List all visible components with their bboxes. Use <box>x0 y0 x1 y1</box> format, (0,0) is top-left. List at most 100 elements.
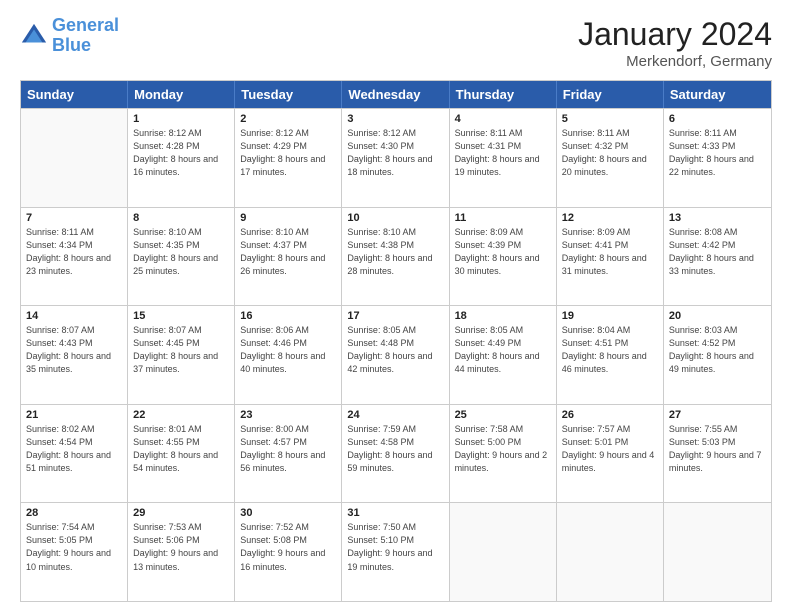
day-number: 15 <box>133 310 229 322</box>
day-info: Sunrise: 8:11 AMSunset: 4:33 PMDaylight:… <box>669 127 766 179</box>
calendar-cell: 22 Sunrise: 8:01 AMSunset: 4:55 PMDayligh… <box>128 405 235 503</box>
day-info: Sunrise: 8:12 AMSunset: 4:30 PMDaylight:… <box>347 127 443 179</box>
day-info: Sunrise: 8:07 AMSunset: 4:43 PMDaylight:… <box>26 324 122 376</box>
day-number: 23 <box>240 409 336 421</box>
day-number: 16 <box>240 310 336 322</box>
day-number: 3 <box>347 113 443 125</box>
calendar-header: SundayMondayTuesdayWednesdayThursdayFrid… <box>21 81 771 108</box>
day-number: 26 <box>562 409 658 421</box>
calendar-row: 14Sunrise: 8:07 AMSunset: 4:43 PMDayligh… <box>21 305 771 404</box>
title-block: January 2024 Merkendorf, Germany <box>578 16 772 70</box>
day-number: 13 <box>669 212 766 224</box>
logo-text: General Blue <box>52 16 119 56</box>
logo-icon <box>20 22 48 50</box>
day-info: Sunrise: 8:00 AMSunset: 4:57 PMDaylight:… <box>240 423 336 475</box>
day-number: 12 <box>562 212 658 224</box>
day-number: 19 <box>562 310 658 322</box>
calendar-cell: 25 Sunrise: 7:58 AMSunset: 5:00 PMDayligh… <box>450 405 557 503</box>
day-info: Sunrise: 8:05 AMSunset: 4:48 PMDaylight:… <box>347 324 443 376</box>
weekday-header: Monday <box>128 81 235 108</box>
calendar-cell: 20 Sunrise: 8:03 AMSunset: 4:52 PMDayligh… <box>664 306 771 404</box>
day-info: Sunrise: 8:06 AMSunset: 4:46 PMDaylight:… <box>240 324 336 376</box>
day-info: Sunrise: 7:50 AMSunset: 5:10 PMDaylight:… <box>347 521 443 573</box>
day-info: Sunrise: 8:05 AMSunset: 4:49 PMDaylight:… <box>455 324 551 376</box>
day-number: 6 <box>669 113 766 125</box>
calendar-row: 1 Sunrise: 8:12 AMSunset: 4:28 PMDaylight… <box>21 108 771 207</box>
day-number: 9 <box>240 212 336 224</box>
weekday-header: Tuesday <box>235 81 342 108</box>
calendar-cell: 21Sunrise: 8:02 AMSunset: 4:54 PMDayligh… <box>21 405 128 503</box>
day-info: Sunrise: 8:04 AMSunset: 4:51 PMDaylight:… <box>562 324 658 376</box>
day-number: 10 <box>347 212 443 224</box>
day-info: Sunrise: 7:57 AMSunset: 5:01 PMDaylight:… <box>562 423 658 475</box>
subtitle: Merkendorf, Germany <box>578 53 772 70</box>
calendar-cell: 10 Sunrise: 8:10 AMSunset: 4:38 PMDayligh… <box>342 208 449 306</box>
day-info: Sunrise: 7:58 AMSunset: 5:00 PMDaylight:… <box>455 423 551 475</box>
day-number: 24 <box>347 409 443 421</box>
weekday-header: Friday <box>557 81 664 108</box>
calendar-cell: 9 Sunrise: 8:10 AMSunset: 4:37 PMDaylight… <box>235 208 342 306</box>
day-info: Sunrise: 8:12 AMSunset: 4:28 PMDaylight:… <box>133 127 229 179</box>
day-info: Sunrise: 8:07 AMSunset: 4:45 PMDaylight:… <box>133 324 229 376</box>
day-info: Sunrise: 7:52 AMSunset: 5:08 PMDaylight:… <box>240 521 336 573</box>
calendar-cell: 2 Sunrise: 8:12 AMSunset: 4:29 PMDaylight… <box>235 109 342 207</box>
day-number: 1 <box>133 113 229 125</box>
weekday-header: Saturday <box>664 81 771 108</box>
day-number: 25 <box>455 409 551 421</box>
day-info: Sunrise: 8:01 AMSunset: 4:55 PMDaylight:… <box>133 423 229 475</box>
calendar-cell: 11 Sunrise: 8:09 AMSunset: 4:39 PMDayligh… <box>450 208 557 306</box>
calendar-cell: 7Sunrise: 8:11 AMSunset: 4:34 PMDaylight… <box>21 208 128 306</box>
calendar-row: 7Sunrise: 8:11 AMSunset: 4:34 PMDaylight… <box>21 207 771 306</box>
calendar-cell: 8Sunrise: 8:10 AMSunset: 4:35 PMDaylight… <box>128 208 235 306</box>
day-info: Sunrise: 8:09 AMSunset: 4:39 PMDaylight:… <box>455 226 551 278</box>
main-title: January 2024 <box>578 16 772 53</box>
day-info: Sunrise: 8:11 AMSunset: 4:32 PMDaylight:… <box>562 127 658 179</box>
day-info: Sunrise: 8:12 AMSunset: 4:29 PMDaylight:… <box>240 127 336 179</box>
calendar-cell: 4Sunrise: 8:11 AMSunset: 4:31 PMDaylight… <box>450 109 557 207</box>
calendar-cell: 26 Sunrise: 7:57 AMSunset: 5:01 PMDayligh… <box>557 405 664 503</box>
calendar-cell: 24Sunrise: 7:59 AMSunset: 4:58 PMDayligh… <box>342 405 449 503</box>
day-number: 29 <box>133 507 229 519</box>
day-info: Sunrise: 7:53 AMSunset: 5:06 PMDaylight:… <box>133 521 229 573</box>
calendar-cell: 17 Sunrise: 8:05 AMSunset: 4:48 PMDayligh… <box>342 306 449 404</box>
calendar-cell: 6 Sunrise: 8:11 AMSunset: 4:33 PMDaylight… <box>664 109 771 207</box>
calendar-cell <box>557 503 664 601</box>
header: General Blue January 2024 Merkendorf, Ge… <box>20 16 772 70</box>
calendar-cell: 3 Sunrise: 8:12 AMSunset: 4:30 PMDaylight… <box>342 109 449 207</box>
calendar-cell <box>21 109 128 207</box>
calendar-row: 28Sunrise: 7:54 AMSunset: 5:05 PMDayligh… <box>21 502 771 601</box>
day-number: 2 <box>240 113 336 125</box>
weekday-header: Sunday <box>21 81 128 108</box>
day-info: Sunrise: 8:03 AMSunset: 4:52 PMDaylight:… <box>669 324 766 376</box>
calendar-cell: 18 Sunrise: 8:05 AMSunset: 4:49 PMDayligh… <box>450 306 557 404</box>
day-number: 27 <box>669 409 766 421</box>
calendar-cell: 27 Sunrise: 7:55 AMSunset: 5:03 PMDayligh… <box>664 405 771 503</box>
page: General Blue January 2024 Merkendorf, Ge… <box>0 0 792 612</box>
calendar-cell: 28Sunrise: 7:54 AMSunset: 5:05 PMDayligh… <box>21 503 128 601</box>
calendar-cell: 15 Sunrise: 8:07 AMSunset: 4:45 PMDayligh… <box>128 306 235 404</box>
day-number: 22 <box>133 409 229 421</box>
day-info: Sunrise: 8:10 AMSunset: 4:35 PMDaylight:… <box>133 226 229 278</box>
day-info: Sunrise: 7:54 AMSunset: 5:05 PMDaylight:… <box>26 521 122 573</box>
calendar-cell <box>450 503 557 601</box>
day-number: 17 <box>347 310 443 322</box>
day-number: 20 <box>669 310 766 322</box>
calendar-cell: 1 Sunrise: 8:12 AMSunset: 4:28 PMDaylight… <box>128 109 235 207</box>
calendar-cell: 5 Sunrise: 8:11 AMSunset: 4:32 PMDaylight… <box>557 109 664 207</box>
day-number: 21 <box>26 409 122 421</box>
calendar-cell: 31Sunrise: 7:50 AMSunset: 5:10 PMDayligh… <box>342 503 449 601</box>
day-number: 18 <box>455 310 551 322</box>
calendar-cell <box>664 503 771 601</box>
calendar-cell: 23 Sunrise: 8:00 AMSunset: 4:57 PMDayligh… <box>235 405 342 503</box>
day-number: 11 <box>455 212 551 224</box>
day-info: Sunrise: 8:11 AMSunset: 4:31 PMDaylight:… <box>455 127 551 179</box>
calendar-cell: 19 Sunrise: 8:04 AMSunset: 4:51 PMDayligh… <box>557 306 664 404</box>
weekday-header: Wednesday <box>342 81 449 108</box>
day-info: Sunrise: 8:10 AMSunset: 4:38 PMDaylight:… <box>347 226 443 278</box>
day-info: Sunrise: 7:55 AMSunset: 5:03 PMDaylight:… <box>669 423 766 475</box>
day-info: Sunrise: 8:10 AMSunset: 4:37 PMDaylight:… <box>240 226 336 278</box>
calendar-cell: 16 Sunrise: 8:06 AMSunset: 4:46 PMDayligh… <box>235 306 342 404</box>
day-number: 5 <box>562 113 658 125</box>
calendar-cell: 14Sunrise: 8:07 AMSunset: 4:43 PMDayligh… <box>21 306 128 404</box>
day-info: Sunrise: 8:11 AMSunset: 4:34 PMDaylight:… <box>26 226 122 278</box>
